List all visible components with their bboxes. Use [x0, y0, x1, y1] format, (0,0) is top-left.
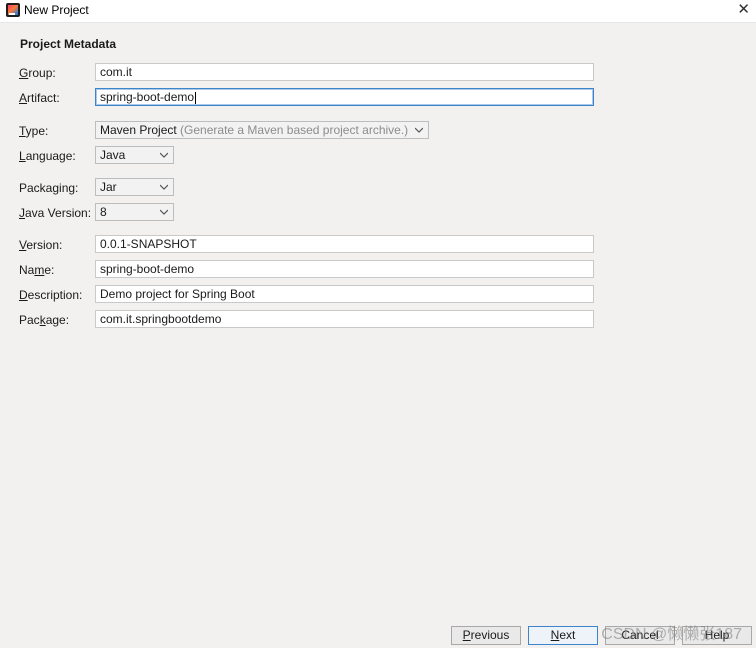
package-row: Package: com.it.springbootdemo: [0, 310, 756, 330]
java-version-row: Java Version: 8: [0, 203, 756, 223]
language-value: Java: [100, 148, 126, 162]
version-label: Version:: [19, 238, 63, 252]
chevron-down-icon: [415, 127, 423, 133]
type-select[interactable]: Maven Project (Generate a Maven based pr…: [95, 121, 429, 139]
chevron-down-icon: [160, 152, 168, 158]
java-version-label: Java Version:: [19, 206, 92, 220]
name-input[interactable]: spring-boot-demo: [95, 260, 594, 278]
chevron-down-icon: [160, 209, 168, 215]
group-label: Group:: [19, 66, 56, 80]
name-row: Name: spring-boot-demo: [0, 260, 756, 280]
version-input[interactable]: 0.0.1-SNAPSHOT: [95, 235, 594, 253]
java-version-select[interactable]: 8: [95, 203, 174, 221]
package-input[interactable]: com.it.springbootdemo: [95, 310, 594, 328]
name-label: Name:: [19, 263, 55, 277]
group-row: Group: com.it: [0, 63, 756, 83]
previous-button[interactable]: Previous: [451, 626, 521, 645]
version-row: Version: 0.0.1-SNAPSHOT: [0, 235, 756, 255]
language-row: Language: Java: [0, 146, 756, 166]
description-input[interactable]: Demo project for Spring Boot: [95, 285, 594, 303]
group-input[interactable]: com.it: [95, 63, 594, 81]
packaging-row: Packaging: Jar: [0, 178, 756, 198]
artifact-row: Artifact: spring-boot-demo: [0, 88, 756, 108]
packaging-value: Jar: [100, 180, 117, 194]
java-version-value: 8: [100, 205, 107, 219]
chevron-down-icon: [160, 184, 168, 190]
type-value: Maven Project: [100, 123, 177, 137]
window-title: New Project: [24, 3, 89, 17]
section-title: Project Metadata: [20, 37, 117, 51]
close-icon[interactable]: ✕: [737, 1, 750, 19]
type-hint: (Generate a Maven based project archive.…: [180, 123, 409, 137]
watermark: CSDN @懒懒张187: [601, 626, 742, 643]
intellij-logo-icon: [6, 3, 20, 17]
description-label: Description:: [19, 288, 83, 302]
language-label: Language:: [19, 149, 76, 163]
type-row: Type: Maven Project (Generate a Maven ba…: [0, 121, 756, 141]
type-label: Type:: [19, 124, 49, 138]
description-row: Description: Demo project for Spring Boo…: [0, 285, 756, 305]
packaging-label: Packaging:: [19, 181, 79, 195]
artifact-input[interactable]: spring-boot-demo: [95, 88, 594, 106]
next-button[interactable]: Next: [528, 626, 598, 645]
packaging-select[interactable]: Jar: [95, 178, 174, 196]
package-label: Package:: [19, 313, 70, 327]
language-select[interactable]: Java: [95, 146, 174, 164]
title-bar: New Project ✕: [0, 0, 756, 23]
artifact-label: Artifact:: [19, 91, 60, 105]
